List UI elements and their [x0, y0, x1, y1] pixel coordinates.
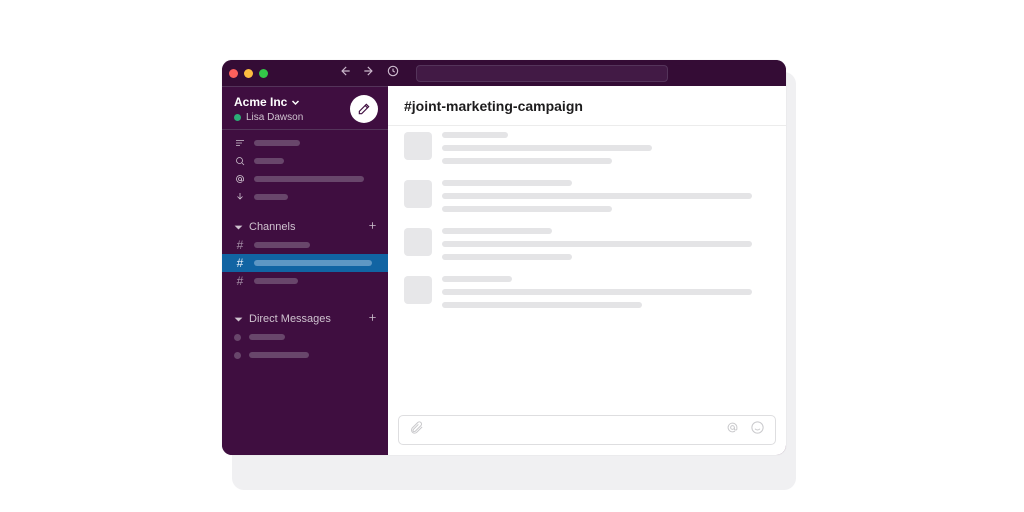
- channel-header: #joint-marketing-campaign: [388, 86, 786, 126]
- download-arrow-icon: [234, 191, 246, 203]
- channel-item[interactable]: #: [222, 272, 388, 290]
- placeholder-line: [249, 334, 285, 340]
- sidebar-item-threads[interactable]: [222, 134, 388, 152]
- placeholder-line: [254, 260, 372, 266]
- channel-item[interactable]: #: [222, 236, 388, 254]
- channels-section-header[interactable]: Channels: [222, 216, 388, 236]
- hash-icon: #: [234, 238, 246, 252]
- add-dm-button[interactable]: [367, 312, 378, 326]
- message-item: [388, 220, 786, 268]
- global-search-input[interactable]: [416, 65, 668, 82]
- avatar: [404, 180, 432, 208]
- search-icon: [234, 155, 246, 167]
- dms-header-label: Direct Messages: [249, 313, 331, 325]
- message-item: [388, 172, 786, 220]
- placeholder-line: [442, 241, 752, 247]
- close-window-dot[interactable]: [229, 69, 238, 78]
- avatar: [404, 132, 432, 160]
- dm-item[interactable]: [222, 328, 388, 346]
- dm-presence-icon: [234, 334, 241, 341]
- sidebar-item-mentions[interactable]: [222, 170, 388, 188]
- window-titlebar: [222, 60, 786, 86]
- placeholder-line: [254, 278, 298, 284]
- hash-icon: #: [234, 256, 246, 270]
- history-nav-group: [338, 64, 400, 83]
- message-list: [388, 126, 786, 407]
- placeholder-line: [442, 145, 652, 151]
- compose-button[interactable]: [350, 95, 378, 123]
- chevron-down-icon: [291, 98, 300, 107]
- placeholder-line: [254, 140, 300, 146]
- placeholder-line: [442, 180, 572, 186]
- compose-icon: [357, 102, 371, 116]
- message-item: [388, 268, 786, 316]
- history-icon[interactable]: [386, 64, 400, 83]
- threads-icon: [234, 137, 246, 149]
- placeholder-line: [442, 254, 572, 260]
- dm-item[interactable]: [222, 346, 388, 364]
- message-composer[interactable]: [398, 415, 776, 445]
- avatar: [404, 228, 432, 256]
- channel-item-selected[interactable]: #: [222, 254, 388, 272]
- channels-header-label: Channels: [249, 221, 295, 233]
- at-sign-icon: [725, 420, 740, 435]
- placeholder-line: [442, 193, 752, 199]
- placeholder-line: [254, 194, 288, 200]
- app-window: Acme Inc Lisa Dawson: [222, 60, 786, 455]
- sidebar-item-search[interactable]: [222, 152, 388, 170]
- paperclip-icon: [409, 420, 424, 435]
- main-content-area: #joint-marketing-campaign: [388, 86, 786, 455]
- placeholder-line: [442, 132, 508, 138]
- sidebar-top-nav: [222, 130, 388, 208]
- workspace-header[interactable]: Acme Inc Lisa Dawson: [222, 87, 388, 130]
- hash-icon: #: [234, 274, 246, 288]
- workspace-sidebar: Acme Inc Lisa Dawson: [222, 86, 388, 455]
- placeholder-line: [442, 158, 612, 164]
- placeholder-line: [442, 206, 612, 212]
- minimize-window-dot[interactable]: [244, 69, 253, 78]
- back-icon[interactable]: [338, 64, 352, 83]
- placeholder-line: [442, 302, 642, 308]
- window-traffic-lights: [229, 69, 272, 78]
- caret-down-icon: [234, 315, 243, 324]
- attach-button[interactable]: [409, 420, 424, 440]
- workspace-name: Acme Inc: [234, 95, 287, 109]
- mention-button[interactable]: [725, 420, 740, 440]
- placeholder-line: [254, 242, 310, 248]
- at-sign-icon: [234, 173, 246, 185]
- current-user-name: Lisa Dawson: [246, 112, 303, 123]
- message-item: [388, 130, 786, 172]
- add-channel-button[interactable]: [367, 220, 378, 234]
- channel-title[interactable]: #joint-marketing-campaign: [404, 98, 583, 114]
- dm-presence-icon: [234, 352, 241, 359]
- placeholder-line: [442, 276, 512, 282]
- fullscreen-window-dot[interactable]: [259, 69, 268, 78]
- placeholder-line: [249, 352, 309, 358]
- forward-icon[interactable]: [362, 64, 376, 83]
- placeholder-line: [254, 158, 284, 164]
- presence-indicator-icon: [234, 114, 241, 121]
- caret-down-icon: [234, 223, 243, 232]
- smiley-icon: [750, 420, 765, 435]
- dms-section-header[interactable]: Direct Messages: [222, 308, 388, 328]
- sidebar-item-saved[interactable]: [222, 188, 388, 206]
- placeholder-line: [442, 228, 552, 234]
- emoji-button[interactable]: [750, 420, 765, 440]
- placeholder-line: [254, 176, 364, 182]
- avatar: [404, 276, 432, 304]
- placeholder-line: [442, 289, 752, 295]
